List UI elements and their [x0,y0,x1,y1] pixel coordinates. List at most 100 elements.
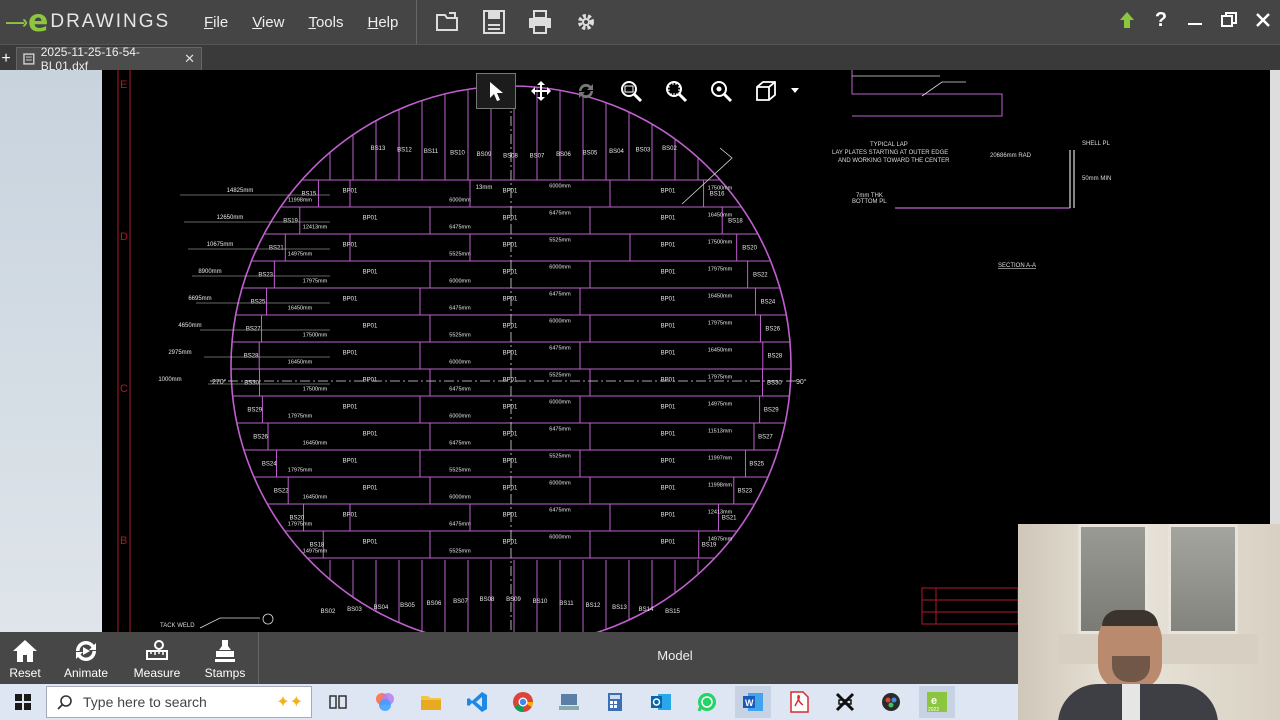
view-cube-icon[interactable] [746,73,786,109]
plate-label-top: BS11 [424,149,439,155]
dimension-label: 16450mm [288,360,313,366]
dropdown-caret-icon[interactable] [791,81,803,101]
plate-label-edge-left: BS28 [244,354,259,360]
title-bar: —› e DRAWINGS File View Tools Help ? [0,0,1280,44]
dimension-label: 11998mm [288,198,312,204]
plate-label-top: BS09 [477,152,492,158]
chrome-icon[interactable] [505,686,541,718]
document-tab[interactable]: 2025-11-25-16-54-BL01.dxf ✕ [16,45,202,73]
section-label: SECTION A-A [998,263,1036,269]
window-controls: ? [1110,0,1280,40]
menu-help[interactable]: Help [367,14,398,31]
davinci-icon[interactable] [873,686,909,718]
plate-label-bottom: BS12 [586,603,601,609]
plate-label-bottom: BS14 [639,607,654,613]
dimension-label: 5525mm [549,238,571,244]
edrawings-2022-icon[interactable]: e 2022 [919,686,955,718]
taskbar-search-input[interactable]: Type here to search ✦✦ [46,686,312,718]
vertical-scrollbar[interactable] [1270,70,1280,524]
plate-label-bottom: BS09 [506,597,521,603]
bottom-toolbar: Reset Animate Measure Stamps Model [0,632,1018,684]
plate-label-edge-right: BS25 [749,462,764,468]
capcut-icon[interactable] [827,686,863,718]
dimension-label: 17975mm [288,414,313,420]
lap-label: 13mm [476,185,493,191]
detail-note: TYPICAL LAP [870,142,908,148]
pdf-icon[interactable] [781,686,817,718]
word-icon[interactable]: W [735,686,771,718]
animate-button[interactable]: Animate [52,632,120,684]
plate-label-inner: BP01 [503,513,518,519]
menu-file[interactable]: File [204,14,228,31]
help-icon[interactable]: ? [1144,3,1178,37]
gear-icon[interactable] [568,5,604,39]
windows-start-icon[interactable] [0,684,46,720]
menu-view[interactable]: View [252,14,284,31]
dimension-label: 17975mm [708,375,733,381]
dimension-label: 8900mm [198,269,221,275]
dimension-label: 6695mm [188,296,211,302]
grid-letter: E [120,79,127,91]
dimension-label: 10675mm [207,242,234,248]
close-tab-icon[interactable]: ✕ [184,51,195,67]
dimension-label: 6475mm [549,211,571,217]
dimension-label: 6000mm [449,360,471,366]
plate-label-bottom: BS04 [374,605,389,611]
vscode-icon[interactable] [459,686,495,718]
restore-icon[interactable] [1212,3,1246,37]
zoom-icon[interactable] [701,73,741,109]
print-icon[interactable] [522,5,558,39]
close-icon[interactable] [1246,3,1280,37]
reset-button[interactable]: Reset [0,632,59,684]
plate-label-edge-right: BS23 [737,489,752,495]
search-highlight-icon: ✦✦ [276,694,303,711]
stamps-button[interactable]: Stamps [191,632,259,684]
plate-label-top: BS06 [556,152,571,158]
copilot-icon[interactable] [367,686,403,718]
outlook-icon[interactable] [643,686,679,718]
zoom-fit-icon[interactable] [656,73,696,109]
model-tab[interactable]: Model [640,648,710,663]
dimension-label: 17500mm [303,387,328,393]
open-folder-icon[interactable] [430,5,466,39]
calculator-icon[interactable] [597,686,633,718]
new-tab-button[interactable]: + [0,51,12,67]
measure-icon [144,636,170,666]
grid-letter: C [120,383,128,395]
plate-label-inner: BP01 [661,459,676,465]
plate-label-top: BS12 [397,147,412,153]
plate-label-inner: BP01 [503,540,518,546]
detail-label: 20686mm RAD [990,153,1032,159]
plate-label-bottom: BS15 [665,609,680,615]
logo-e-icon: e [28,4,49,39]
plate-label-inner: BP01 [661,486,676,492]
plate-label-edge-left: BS26 [253,435,268,441]
dimension-label: 6000mm [549,535,571,541]
pan-icon[interactable] [521,73,561,109]
plate-label-inner: BP01 [363,486,378,492]
upload-arrow-icon[interactable] [1110,3,1144,37]
angle-label-right: 90° [796,378,807,386]
zoom-window-icon[interactable] [611,73,651,109]
plate-label-inner: BP01 [503,378,518,384]
file-explorer-icon[interactable] [413,686,449,718]
menu-tools[interactable]: Tools [308,14,343,31]
rotate-icon[interactable] [566,73,606,109]
dimension-label: 6475mm [549,427,571,433]
measure-button[interactable]: Measure [123,632,191,684]
plate-label-inner: BP01 [343,513,358,519]
minimize-icon[interactable] [1178,3,1212,37]
plate-label-inner: BP01 [661,324,676,330]
dimension-label: 6000mm [549,184,571,190]
whatsapp-icon[interactable] [689,686,725,718]
dimension-label: 14825mm [227,188,254,194]
save-icon[interactable] [476,5,512,39]
edrawings-logo: —› e DRAWINGS [0,0,190,44]
plate-label-top: BS07 [530,153,545,159]
task-view-icon[interactable] [320,686,356,718]
tack-weld-label: TACK WELD [160,623,195,629]
dimension-label: 17975mm [288,468,313,474]
plate-label-edge-right: BS27 [758,435,773,441]
network-icon[interactable] [551,686,587,718]
select-pointer-icon[interactable] [476,73,516,109]
